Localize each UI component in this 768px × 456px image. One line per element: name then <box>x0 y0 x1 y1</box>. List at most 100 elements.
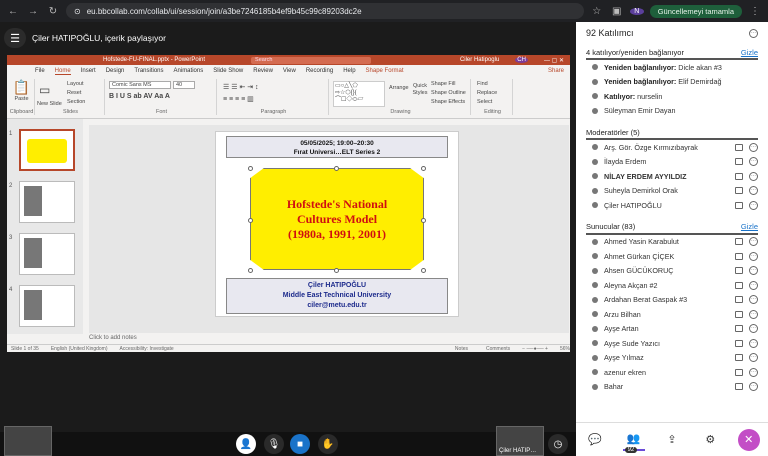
more-options-icon[interactable]: ⋯ <box>749 382 758 392</box>
font-size-select[interactable]: 40 <box>173 81 195 89</box>
menu-icon[interactable] <box>735 310 743 318</box>
status-accessibility[interactable]: Accessibility: Investigate <box>120 346 174 352</box>
shape-fill-button[interactable]: Shape Fill <box>431 81 455 87</box>
more-menu-icon[interactable]: ⋮ <box>748 6 762 17</box>
menu-icon[interactable] <box>735 383 743 391</box>
presenter-row[interactable]: Arzu Bilhan ⋯ <box>586 307 758 322</box>
joining-row[interactable]: Yeniden bağlanılıyor: Elif Demirdağ <box>586 75 758 90</box>
more-options-icon[interactable]: ⋯ <box>749 157 758 167</box>
camera-icon[interactable]: ■ <box>290 434 310 454</box>
ppt-share-button[interactable]: Share <box>548 68 564 74</box>
menu-icon[interactable] <box>735 368 743 376</box>
more-options-icon[interactable]: ⋯ <box>749 251 758 261</box>
more-options-icon[interactable]: ⋯ <box>749 237 758 247</box>
timer-icon[interactable]: ◷ <box>548 434 568 454</box>
joining-row[interactable]: Yeniden bağlanılıyor: Dicle akan #3 <box>586 60 758 75</box>
selection-handle[interactable] <box>421 166 426 171</box>
ppt-tab-recording[interactable]: Recording <box>306 68 333 74</box>
selection-handle[interactable] <box>248 218 253 223</box>
joining-row[interactable]: Süleyman Emir Dayan <box>586 104 758 119</box>
presenter-camera[interactable]: Çiler HATIP… <box>496 426 544 456</box>
hide-presenters-link[interactable]: Gizle <box>741 222 758 231</box>
more-options-icon[interactable]: ⋯ <box>749 266 758 276</box>
update-button[interactable]: Güncellemeyi tamamla <box>649 4 742 18</box>
ppt-tab-view[interactable]: View <box>283 68 296 74</box>
participants-tab-icon[interactable]: 👥 92 <box>622 429 645 453</box>
moderator-row[interactable]: Suheyla Demirkol Orak ⋯ <box>586 184 758 199</box>
font-family-select[interactable]: Comic Sans MS <box>109 81 171 89</box>
zoom-slider[interactable]: − ──●── + <box>522 346 548 352</box>
menu-icon[interactable] <box>735 354 743 362</box>
section-button[interactable]: Section <box>67 99 85 105</box>
ppt-tab-home[interactable]: Home <box>54 68 71 75</box>
paragraph-buttons[interactable]: ☰ ☰ ⇤ ⇥ ↕ <box>223 83 259 91</box>
slide-thumb-2[interactable] <box>19 181 75 223</box>
presenter-row[interactable]: Ayşe Artan ⋯ <box>586 322 758 337</box>
status-notes-button[interactable]: Notes <box>455 346 468 352</box>
menu-icon[interactable] <box>735 339 743 347</box>
menu-icon[interactable] <box>735 201 743 209</box>
menu-icon[interactable] <box>735 296 743 304</box>
menu-icon[interactable] <box>735 172 743 180</box>
status-avatar-button[interactable]: 👤 <box>236 434 256 454</box>
ppt-tab-insert[interactable]: Insert <box>81 68 96 74</box>
menu-icon[interactable] <box>735 252 743 260</box>
more-options-icon[interactable]: ⋯ <box>749 280 758 290</box>
presenter-row[interactable]: Ardahan Berat Gaspak #3 ⋯ <box>586 293 758 308</box>
presenter-row[interactable]: Ayşe Sude Yazıcı ⋯ <box>586 336 758 351</box>
shapes-gallery[interactable]: ▭○△╲⬠ ⇨☆⬡{}( ⌒☐◇⬭▱ <box>333 81 385 107</box>
bookmark-star-icon[interactable]: ☆ <box>590 6 604 17</box>
joining-row[interactable]: Katılıyor: nurselin <box>586 89 758 104</box>
address-bar[interactable]: ⊙ eu.bbcollab.com/collab/ui/session/join… <box>66 3 584 19</box>
menu-icon[interactable] <box>735 281 743 289</box>
more-options-icon[interactable]: ⋯ <box>749 367 758 377</box>
moderator-row[interactable]: Arş. Gör. Özge Kırmızıbayrak ⋯ <box>586 140 758 155</box>
more-options-icon[interactable]: ⋯ <box>749 200 758 210</box>
chat-icon[interactable]: 💬 <box>584 429 606 451</box>
ppt-tab-file[interactable]: File <box>35 68 45 74</box>
arrange-button[interactable]: Arrange <box>389 85 409 91</box>
reset-button[interactable]: Reset <box>67 90 81 96</box>
presenter-row[interactable]: Ahmed Yasin Karabulut ⋯ <box>586 235 758 250</box>
site-info-icon[interactable]: ⊙ <box>74 7 81 16</box>
presenter-row[interactable]: Ahsen GÜCÜKORUÇ ⋯ <box>586 264 758 279</box>
selection-handle[interactable] <box>248 166 253 171</box>
slide-thumb-3[interactable] <box>19 233 75 275</box>
more-options-icon[interactable]: ⋯ <box>749 142 758 152</box>
more-options-icon[interactable]: ⋯ <box>749 295 758 305</box>
ppt-tab-review[interactable]: Review <box>253 68 273 74</box>
moderator-row[interactable]: NİLAY ERDEM AYYILDIZ ⋯ <box>586 169 758 184</box>
close-panel-icon[interactable]: ✕ <box>737 428 760 451</box>
more-options-icon[interactable]: ⋯ <box>749 324 758 334</box>
status-language[interactable]: English (United Kingdom) <box>51 346 108 352</box>
ppt-tab-slideshow[interactable]: Slide Show <box>213 68 243 74</box>
zoom-level[interactable]: 56% <box>560 346 570 352</box>
menu-icon[interactable] <box>735 143 743 151</box>
notes-pane[interactable]: Click to add notes <box>89 335 137 341</box>
author-box[interactable]: Çiler HATIPOĞLU Middle East Technical Un… <box>226 278 448 314</box>
new-slide-icon[interactable]: ▭ <box>39 83 50 97</box>
presenter-row[interactable]: Aleyna Akçan #2 ⋯ <box>586 278 758 293</box>
menu-icon[interactable] <box>735 158 743 166</box>
select-button[interactable]: Select <box>477 99 492 105</box>
ppt-tab-transitions[interactable]: Transitions <box>134 68 163 74</box>
forward-icon[interactable]: → <box>26 6 40 17</box>
shape-outline-button[interactable]: Shape Outline <box>431 90 466 96</box>
slide-thumbnails[interactable]: 1 2 3 4 <box>7 119 83 334</box>
moderator-row[interactable]: İlayda Erdem ⋯ <box>586 155 758 170</box>
menu-icon[interactable] <box>735 267 743 275</box>
presenter-row[interactable]: Ahmet Gürkan ÇİÇEK ⋯ <box>586 249 758 264</box>
reload-icon[interactable]: ↻ <box>46 6 60 17</box>
slide-thumb-4[interactable] <box>19 285 75 327</box>
profile-avatar[interactable]: N <box>629 7 644 15</box>
extensions-icon[interactable]: ▣ <box>610 6 624 17</box>
replace-button[interactable]: Replace <box>477 90 497 96</box>
mic-muted-icon[interactable]: 🎙 <box>264 434 284 454</box>
new-slide-button[interactable]: New Slide <box>37 101 62 107</box>
slide-thumb-1[interactable] <box>19 129 75 171</box>
presenter-row[interactable]: azenur ekren ⋯ <box>586 365 758 380</box>
selection-handle[interactable] <box>421 268 426 273</box>
participants-more-icon[interactable]: ⋯ <box>749 28 758 38</box>
hand-raise-icon[interactable]: ✋ <box>318 434 338 454</box>
quick-styles-button[interactable]: Quick Styles <box>411 83 429 97</box>
